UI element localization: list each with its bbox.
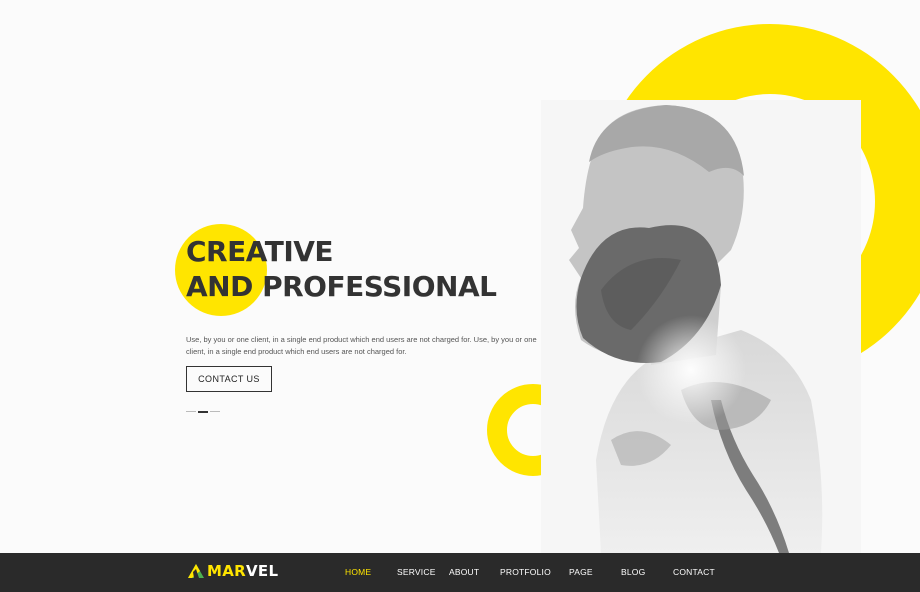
hero-heading-line2: AND PROFESSIONAL bbox=[186, 270, 497, 303]
hero-description: Use, by you or one client, in a single e… bbox=[186, 335, 537, 356]
slider-dot[interactable] bbox=[186, 411, 196, 412]
slider-dot-active[interactable] bbox=[198, 410, 208, 413]
hero-heading-line1: CREATIVE bbox=[186, 235, 334, 268]
nav-item-about[interactable]: ABOUT bbox=[449, 567, 479, 577]
nav-item-home[interactable]: HOME bbox=[345, 567, 371, 577]
slider-dot[interactable] bbox=[210, 411, 220, 412]
logo-text-part2: VEL bbox=[246, 562, 279, 580]
hero-portrait-image bbox=[541, 100, 861, 553]
logo-text-part1: MAR bbox=[207, 562, 246, 580]
nav-item-portfolio[interactable]: PROTFOLIO bbox=[500, 567, 551, 577]
logo[interactable]: MARVEL bbox=[188, 562, 278, 580]
triangle-logo-icon bbox=[188, 564, 204, 578]
slider-indicator bbox=[186, 410, 220, 413]
logo-text: MARVEL bbox=[207, 562, 278, 580]
hero-section: CREATIVE AND PROFESSIONAL Use, by you or… bbox=[0, 0, 920, 553]
hero-heading: CREATIVE AND PROFESSIONAL bbox=[186, 234, 497, 304]
nav-item-blog[interactable]: BLOG bbox=[621, 567, 645, 577]
contact-us-button[interactable]: CONTACT US bbox=[186, 366, 272, 392]
nav-item-page[interactable]: PAGE bbox=[569, 567, 593, 577]
nav-item-service[interactable]: SERVICE bbox=[397, 567, 436, 577]
nav-item-contact[interactable]: CONTACT bbox=[673, 567, 715, 577]
